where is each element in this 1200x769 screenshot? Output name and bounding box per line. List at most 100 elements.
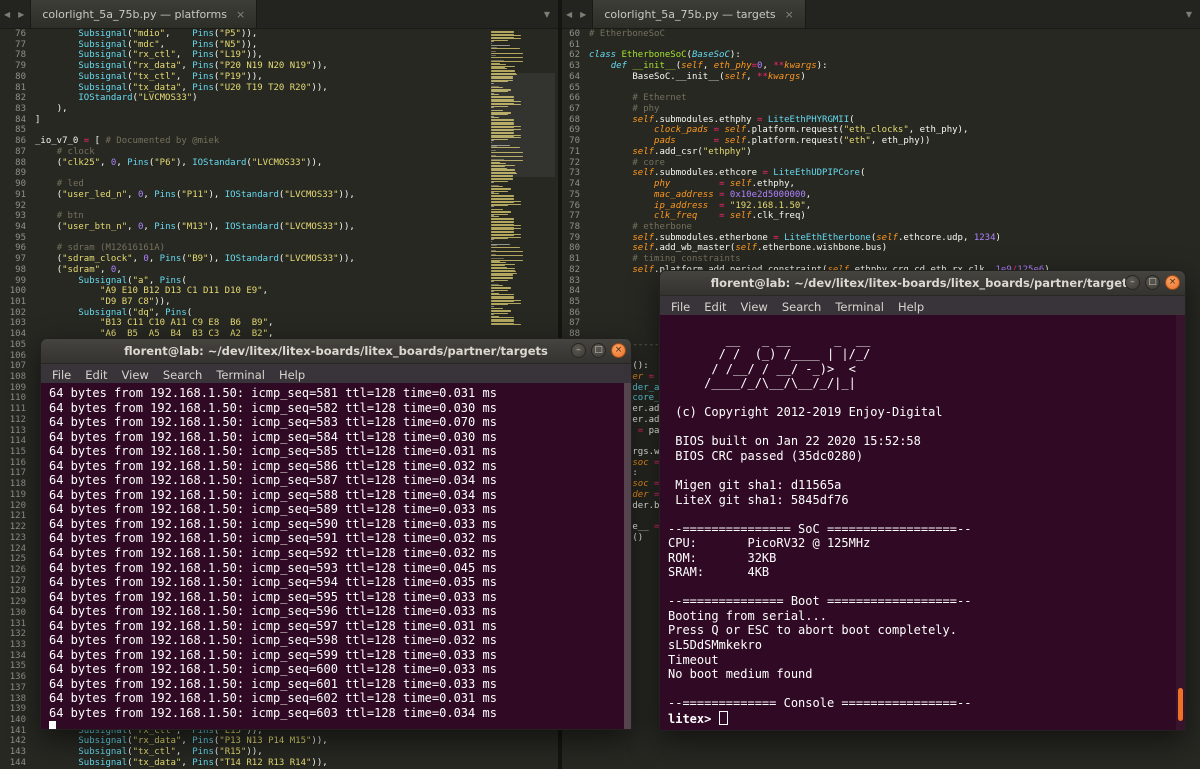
code-line[interactable]: 98 ("sdram", 0, — [0, 265, 558, 276]
minimize-button[interactable]: – — [571, 343, 586, 358]
code-line[interactable]: 60 # EtherboneSoC — [562, 29, 1200, 40]
menu-help[interactable]: Help — [272, 366, 312, 384]
code-line[interactable]: 61 — [562, 40, 1200, 51]
code-line[interactable]: 68 self.submodules.ethphy = LiteEthPHYRG… — [562, 115, 1200, 126]
tab-scroll-right-icon[interactable]: ▶ — [576, 10, 590, 19]
code-line[interactable]: 78 Subsignal("rx_ctl", Pins("L19")), — [0, 50, 558, 61]
code-line[interactable]: 91 ("user_led_n", 0, Pins("P11"), IOStan… — [0, 190, 558, 201]
code-line[interactable]: 100 "A9 E10 B12 D13 C1 D11 D10 E9", — [0, 286, 558, 297]
code-line[interactable]: 78 # etherbone — [562, 222, 1200, 233]
code-line[interactable]: 74 phy = self.ethphy, — [562, 179, 1200, 190]
tab-close-icon[interactable]: × — [785, 8, 794, 21]
close-button[interactable]: × — [1165, 275, 1180, 290]
menu-edit[interactable]: Edit — [78, 366, 114, 384]
menu-search[interactable]: Search — [775, 298, 829, 316]
minimap-line — [491, 179, 513, 181]
code-line[interactable]: 99 Subsignal("a", Pins( — [0, 276, 558, 287]
code-line[interactable]: 81 Subsignal("tx_data", Pins("U20 T19 T2… — [0, 83, 558, 94]
minimap[interactable] — [491, 31, 555, 325]
line-number: 77 — [15, 39, 26, 50]
scrollbar-track[interactable] — [1176, 315, 1185, 730]
minimap-viewport[interactable] — [491, 73, 555, 177]
code-line[interactable]: 63 def __init__(self, eth_phy=0, **kwarg… — [562, 61, 1200, 72]
code-line[interactable]: 71 self.add_csr("ethphy") — [562, 147, 1200, 158]
code-line[interactable]: 64 BaseSoC.__init__(self, **kwargs) — [562, 72, 1200, 83]
tab-overflow-icon[interactable]: ▼ — [536, 10, 558, 19]
code-line[interactable]: 82 IOStandard("LVCMOS33") — [0, 93, 558, 104]
code-line[interactable]: 77 clk_freq = self.clk_freq) — [562, 211, 1200, 222]
menu-terminal[interactable]: Terminal — [828, 298, 891, 316]
titlebar[interactable]: florent@lab: ~/dev/litex/litex-boards/li… — [659, 270, 1186, 296]
terminal-line: 64 bytes from 192.168.1.50: icmp_seq=603… — [49, 706, 497, 721]
terminal-line: BIOS CRC passed (35dc0280) — [668, 448, 864, 463]
menu-view[interactable]: View — [734, 298, 775, 316]
code-line[interactable]: 80 Subsignal("tx_ctl", Pins("P19")), — [0, 72, 558, 83]
minimap-line — [491, 181, 495, 183]
code-line[interactable]: 142 Subsignal("rx_data", Pins("P13 N13 P… — [0, 736, 558, 747]
code-line[interactable]: 81 # timing constraints — [562, 254, 1200, 265]
code-line[interactable]: 86 _io_v7_0 = [ # Documented by @miek — [0, 136, 558, 147]
code-line[interactable]: 90 # led — [0, 179, 558, 190]
tab-close-icon[interactable]: × — [236, 8, 245, 21]
code-line[interactable]: 70 pads = self.platform.request("eth", e… — [562, 136, 1200, 147]
titlebar[interactable]: florent@lab: ~/dev/litex/litex-boards/li… — [40, 338, 632, 364]
code-line[interactable]: 92 — [0, 201, 558, 212]
code-line[interactable]: 144 Subsignal("tx_data", Pins("T14 R12 R… — [0, 758, 558, 769]
code-line[interactable]: 103 "B13 C11 C10 A11 C9 E8 B6 B9", — [0, 318, 558, 329]
code-line[interactable]: 93 # btn — [0, 211, 558, 222]
tab-scroll-right-icon[interactable]: ▶ — [14, 10, 28, 19]
code-line[interactable]: 62 class EtherboneSoC(BaseSoC): — [562, 50, 1200, 61]
maximize-button[interactable]: □ — [1145, 275, 1160, 290]
tab-platforms[interactable]: colorlight_5a_75b.py — platforms × — [30, 0, 258, 28]
code-line[interactable]: 88 ("clk25", 0, Pins("P6"), IOStandard("… — [0, 158, 558, 169]
code-line[interactable]: 76 ip_address = "192.168.1.50", — [562, 201, 1200, 212]
minimize-button[interactable]: – — [1125, 275, 1140, 290]
code-line[interactable]: 143 Subsignal("tx_ctl", Pins("R15")), — [0, 747, 558, 758]
code-line[interactable]: 94 ("user_btn_n", 0, Pins("M13"), IOStan… — [0, 222, 558, 233]
menu-file[interactable]: File — [664, 298, 697, 316]
tab-scroll-left-icon[interactable]: ◀ — [562, 10, 576, 19]
terminal-output-ping[interactable]: 64 bytes from 192.168.1.50: icmp_seq=581… — [40, 383, 632, 730]
code-line[interactable]: 66 # Ethernet — [562, 93, 1200, 104]
code-line[interactable]: 76 Subsignal("mdio", Pins("P5")), — [0, 29, 558, 40]
menu-edit[interactable]: Edit — [697, 298, 733, 316]
code-line[interactable]: 87 # clock — [0, 147, 558, 158]
tab-targets[interactable]: colorlight_5a_75b.py — targets × — [592, 0, 806, 28]
close-button[interactable]: × — [611, 343, 626, 358]
scrollbar-thumb[interactable] — [1178, 688, 1183, 721]
code-line[interactable]: 85 — [0, 125, 558, 136]
code-line[interactable]: 96 # sdram (M12616161A) — [0, 243, 558, 254]
menu-search[interactable]: Search — [156, 366, 210, 384]
menu-file[interactable]: File — [45, 366, 78, 384]
terminal-line: 64 bytes from 192.168.1.50: icmp_seq=586… — [49, 458, 497, 473]
menu-terminal[interactable]: Terminal — [209, 366, 272, 384]
code-line[interactable]: 79 self.submodules.etherbone = LiteEthEt… — [562, 233, 1200, 244]
code-line[interactable]: 101 "D9 B7 C8")), — [0, 297, 558, 308]
code-line[interactable]: 72 # core — [562, 158, 1200, 169]
terminal-line: 64 bytes from 192.168.1.50: icmp_seq=602… — [49, 691, 497, 706]
terminal-line: 64 bytes from 192.168.1.50: icmp_seq=594… — [49, 575, 497, 590]
code-line[interactable]: 83 ), — [0, 104, 558, 115]
code-line[interactable]: 89 — [0, 168, 558, 179]
code-line[interactable]: 73 self.submodules.ethcore = LiteEthUDPI… — [562, 168, 1200, 179]
code-line[interactable]: 67 # phy — [562, 104, 1200, 115]
code-line[interactable]: 65 — [562, 83, 1200, 94]
code-line[interactable]: 95 — [0, 233, 558, 244]
tab-overflow-icon[interactable]: ▼ — [1178, 10, 1200, 19]
code-line[interactable]: 69 clock_pads = self.platform.request("e… — [562, 125, 1200, 136]
code-line[interactable]: 84] — [0, 115, 558, 126]
line-number: 89 — [15, 168, 26, 179]
line-number: 142 — [9, 736, 26, 747]
code-line[interactable]: 77 Subsignal("mdc", Pins("N5")), — [0, 40, 558, 51]
menu-view[interactable]: View — [115, 366, 156, 384]
code-line[interactable]: 80 self.add_wb_master(self.etherbone.wis… — [562, 243, 1200, 254]
scrollbar[interactable] — [624, 383, 631, 729]
terminal-output-bios[interactable]: __ _ __ _ __ / / (_) /____ | |/_/ / /__/… — [659, 315, 1186, 731]
code-line[interactable]: 75 mac_address = 0x10e2d5000000, — [562, 190, 1200, 201]
menu-help[interactable]: Help — [891, 298, 931, 316]
code-line[interactable]: 97 ("sdram_clock", 0, Pins("B9"), IOStan… — [0, 254, 558, 265]
tab-scroll-left-icon[interactable]: ◀ — [0, 10, 14, 19]
maximize-button[interactable]: □ — [591, 343, 606, 358]
code-line[interactable]: 79 Subsignal("rx_data", Pins("P20 N19 N2… — [0, 61, 558, 72]
code-line[interactable]: 102 Subsignal("dq", Pins( — [0, 308, 558, 319]
